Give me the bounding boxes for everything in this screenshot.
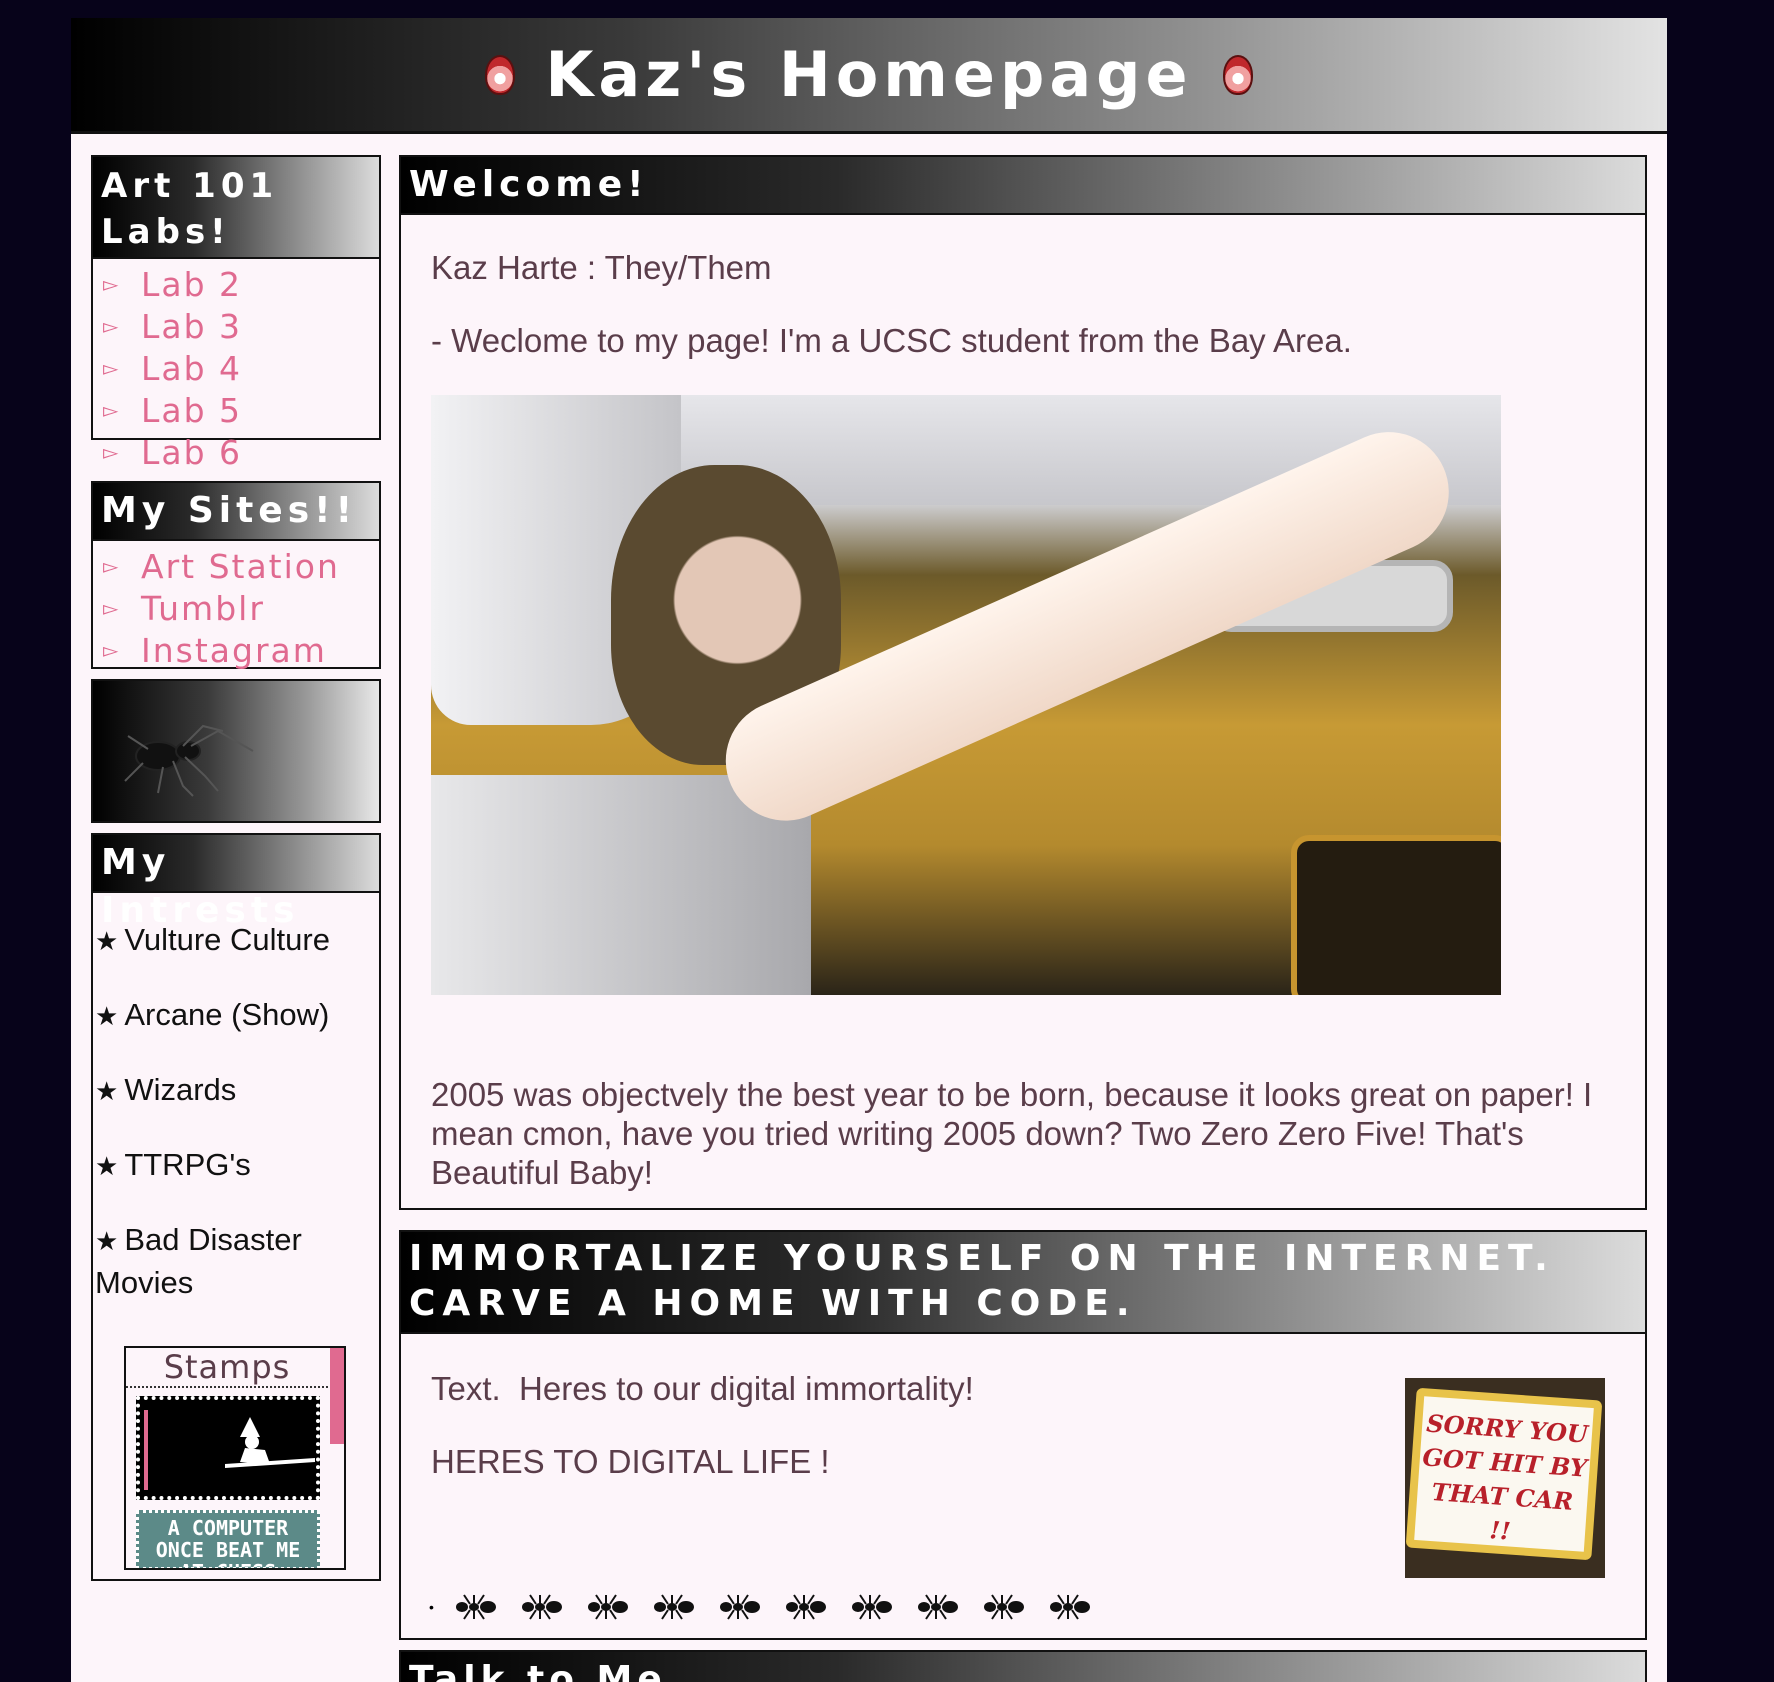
star-icon: ★ xyxy=(95,1226,119,1256)
interest-label: Vulture Culture xyxy=(124,922,330,957)
ant-icon xyxy=(653,1594,694,1620)
spider-banner xyxy=(91,679,381,823)
triangle-bullet-icon: ▻ xyxy=(103,555,119,578)
ant-icon xyxy=(851,1594,892,1620)
triangle-bullet-icon: ▻ xyxy=(103,357,119,380)
tumblr-link[interactable]: Tumblr xyxy=(141,589,265,628)
nav-item-lab-3[interactable]: ▻ Lab 3 xyxy=(103,305,379,347)
interests-list: ★ Vulture Culture ★ Arcane (Show) ★ Wizards… xyxy=(93,893,379,1304)
site-header: Kaz's Homepage xyxy=(71,18,1667,134)
star-icon: ★ xyxy=(95,1151,119,1181)
ant-icon xyxy=(719,1594,760,1620)
immortalize-text-2: HERES TO DIGITAL LIFE ! xyxy=(431,1443,830,1480)
ant-icon xyxy=(785,1594,826,1620)
triangle-bullet-icon: ▻ xyxy=(103,441,119,464)
talk-title: Talk to Me xyxy=(401,1652,1645,1682)
immortalize-text-1: Text. Heres to our digital immortality! xyxy=(431,1370,974,1407)
sites-nav-title: My Sites!! xyxy=(93,483,379,541)
interest-label: TTRPG's xyxy=(124,1147,251,1182)
site-title: Kaz's Homepage xyxy=(545,38,1193,111)
flaming-heart-icon xyxy=(485,54,516,95)
star-icon: ★ xyxy=(95,1001,119,1031)
interest-item: ★ Bad Disaster Movies xyxy=(93,1219,335,1304)
stamps-title: Stamps xyxy=(126,1348,328,1388)
triangle-bullet-icon: ▻ xyxy=(103,315,119,338)
labs-nav-list: ▻ Lab 2 ▻ Lab 3 ▻ Lab 4 ▻ Lab 5 ▻ Lab 6 xyxy=(93,259,379,473)
stamp-tab-mark xyxy=(144,1410,148,1490)
star-icon: ★ xyxy=(95,1076,119,1106)
nav-item-lab-6[interactable]: ▻ Lab 6 xyxy=(103,431,379,473)
sites-nav-box: My Sites!! ▻ Art Station ▻ Tumblr ▻ Instagr… xyxy=(91,481,381,671)
intro-text: - Weclome to my page! I'm a UCSC student… xyxy=(431,322,1352,359)
art-station-link[interactable]: Art Station xyxy=(141,547,340,586)
labs-nav-title: Art 101 Labs! xyxy=(93,157,379,259)
star-icon: ★ xyxy=(95,926,119,956)
birth-year-paragraph: 2005 was objectvely the best year to be … xyxy=(431,1076,1593,1191)
bullet-dot: • xyxy=(429,1599,434,1615)
immortalize-section: IMMORTALIZE YOURSELF ON THE INTERNET. CA… xyxy=(399,1230,1647,1640)
nav-item-art-station[interactable]: ▻ Art Station xyxy=(103,545,379,587)
welcome-section: Welcome! Kaz Harte : They/Them - Weclome… xyxy=(399,155,1647,1210)
ant-icon xyxy=(983,1594,1024,1620)
cake-top: SORRY YOU GOT HIT BY THAT CAR !! xyxy=(1405,1387,1603,1561)
interest-item: ★ Arcane (Show) xyxy=(93,994,379,1037)
triangle-bullet-icon: ▻ xyxy=(103,639,119,662)
chess-stamp: A COMPUTER ONCE BEAT ME AT CHESS xyxy=(136,1510,320,1568)
lab-3-link[interactable]: Lab 3 xyxy=(141,307,242,346)
nav-item-lab-5[interactable]: ▻ Lab 5 xyxy=(103,389,379,431)
page: Kaz's Homepage Art 101 Labs! ▻ Lab 2 ▻ Lab… xyxy=(71,18,1667,1682)
interest-item: ★ Vulture Culture xyxy=(93,919,379,962)
name-pronouns: Kaz Harte : They/Them xyxy=(431,249,772,286)
flaming-heart-icon xyxy=(1222,54,1253,95)
welcome-title: Welcome! xyxy=(401,157,1645,215)
cake-photo: SORRY YOU GOT HIT BY THAT CAR !! xyxy=(1405,1378,1605,1578)
interest-item: ★ Wizards xyxy=(93,1069,379,1112)
witch-on-broom-icon xyxy=(225,1417,315,1468)
interests-title: My Intrests xyxy=(93,835,379,931)
triangle-bullet-icon: ▻ xyxy=(103,399,119,422)
talk-section: Talk to Me xyxy=(399,1650,1647,1682)
nav-item-lab-2[interactable]: ▻ Lab 2 xyxy=(103,263,379,305)
ant-icon xyxy=(455,1594,496,1620)
ant-icon xyxy=(521,1594,562,1620)
instagram-link[interactable]: Instagram xyxy=(141,631,327,670)
triangle-bullet-icon: ▻ xyxy=(103,597,119,620)
spider-icon xyxy=(124,724,254,797)
profile-photo xyxy=(431,395,1501,995)
nav-item-instagram[interactable]: ▻ Instagram xyxy=(103,629,379,671)
ant-divider: • xyxy=(429,1592,1094,1622)
interest-label: Wizards xyxy=(124,1072,237,1107)
triangle-bullet-icon: ▻ xyxy=(103,273,119,296)
lab-6-link[interactable]: Lab 6 xyxy=(141,433,242,472)
interest-item: ★ TTRPG's xyxy=(93,1144,379,1187)
immortalize-title: IMMORTALIZE YOURSELF ON THE INTERNET. CA… xyxy=(401,1232,1645,1334)
interest-label: Arcane (Show) xyxy=(124,997,330,1032)
ant-icon xyxy=(1049,1594,1090,1620)
sites-nav-list: ▻ Art Station ▻ Tumblr ▻ Instagram xyxy=(93,541,379,671)
nav-item-tumblr[interactable]: ▻ Tumblr xyxy=(103,587,379,629)
interest-label: Bad Disaster Movies xyxy=(95,1222,302,1300)
lab-5-link[interactable]: Lab 5 xyxy=(141,391,242,430)
lab-4-link[interactable]: Lab 4 xyxy=(141,349,242,388)
stamps-scrollbar[interactable] xyxy=(330,1348,344,1444)
stamps-widget[interactable]: Stamps A COMPUTER ONCE BEAT ME AT CHESS xyxy=(124,1346,346,1570)
dashboard-vents xyxy=(1291,835,1501,995)
ant-icon xyxy=(917,1594,958,1620)
labs-nav-box: Art 101 Labs! ▻ Lab 2 ▻ Lab 3 ▻ Lab 4 ▻ Lab … xyxy=(91,155,381,472)
nav-item-lab-4[interactable]: ▻ Lab 4 xyxy=(103,347,379,389)
lab-2-link[interactable]: Lab 2 xyxy=(141,265,242,304)
interests-box: My Intrests ★ Vulture Culture ★ Arcane (Sh… xyxy=(91,833,381,1581)
witch-stamp xyxy=(136,1396,320,1500)
ant-icon xyxy=(587,1594,628,1620)
